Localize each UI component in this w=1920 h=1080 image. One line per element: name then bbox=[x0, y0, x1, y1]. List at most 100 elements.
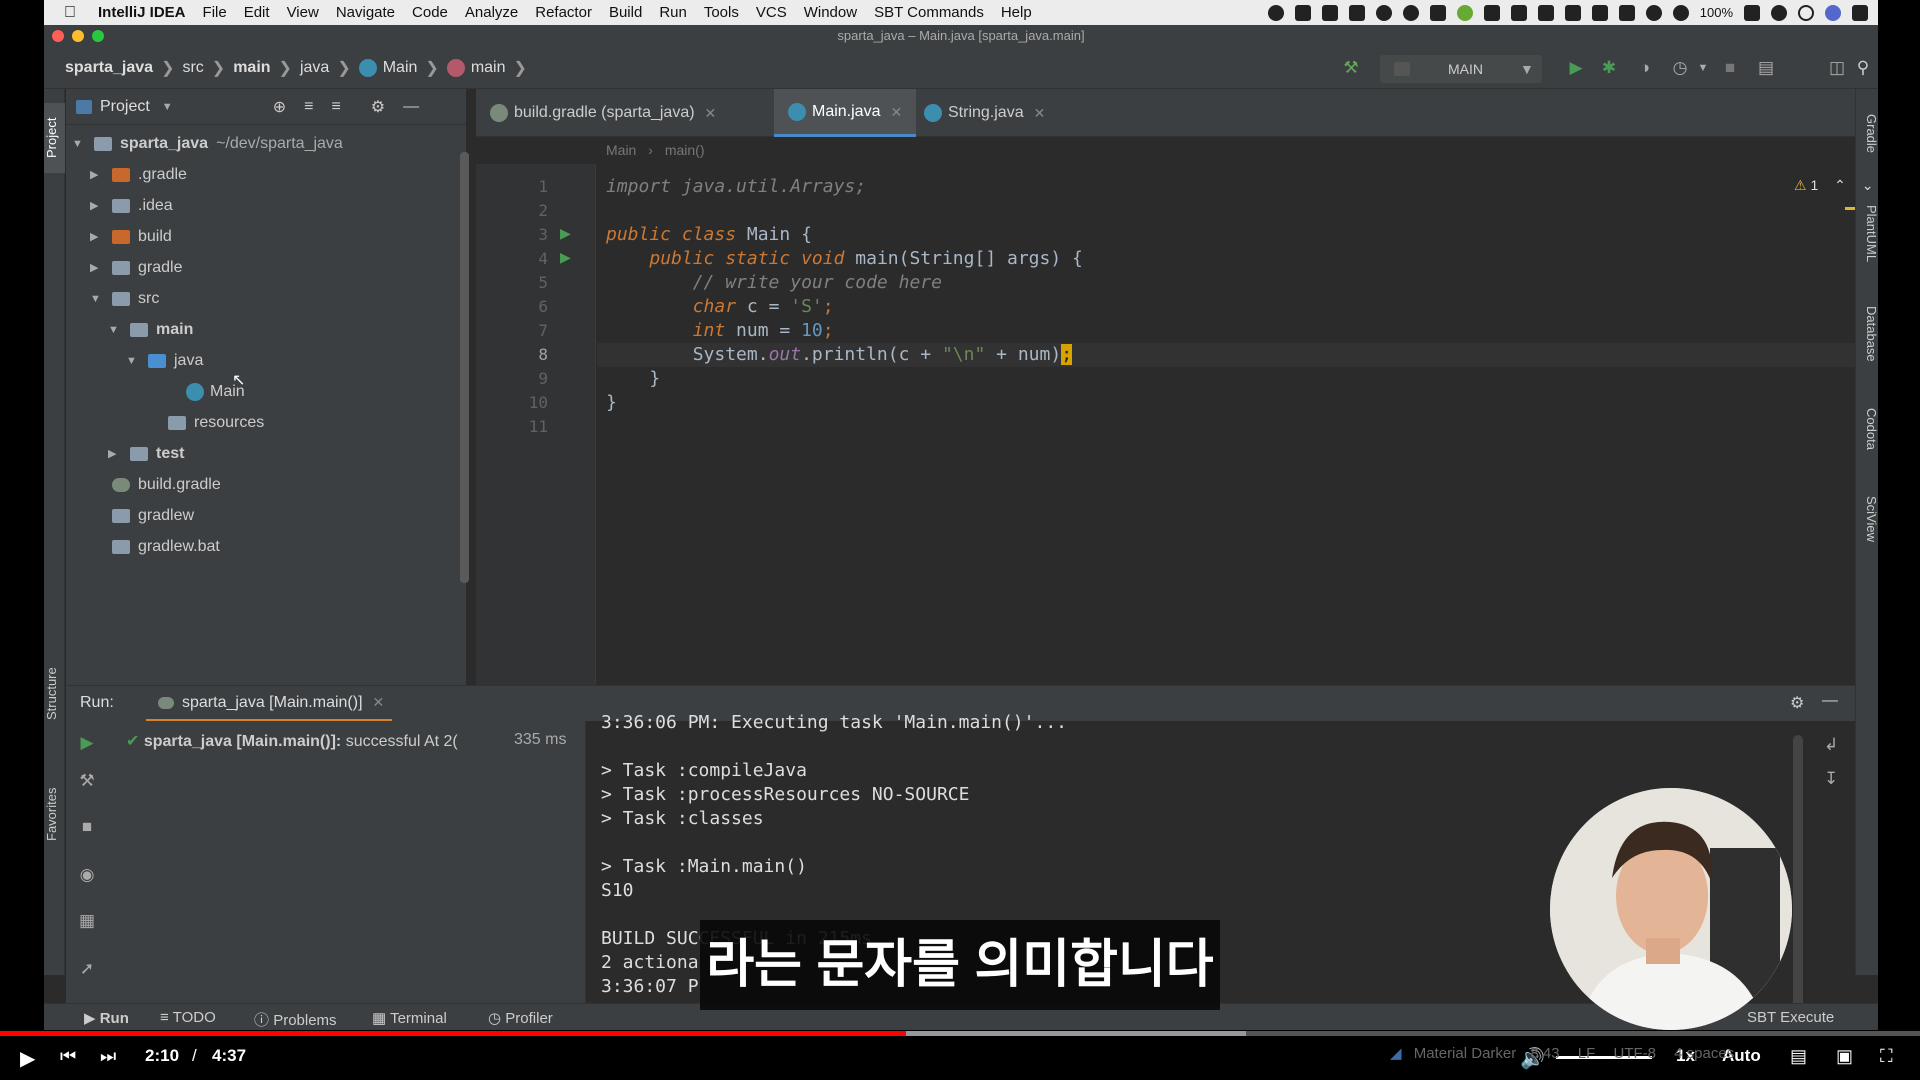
tab-main-java[interactable]: Main.java ✕ bbox=[774, 89, 917, 137]
tray-keyboard-icon[interactable] bbox=[1591, 4, 1608, 21]
hide-panel-icon[interactable]: — bbox=[1822, 692, 1838, 710]
line-separator[interactable]: LF bbox=[1578, 1045, 1596, 1062]
soft-wrap-icon[interactable]: ↲ bbox=[1824, 735, 1838, 755]
sbt-execute-tool-button[interactable]: SBT Execute bbox=[1747, 1009, 1834, 1026]
tree-item-resources[interactable]: resources bbox=[168, 408, 264, 438]
tray-1password-icon[interactable] bbox=[1402, 4, 1419, 21]
gradle-tool-tab[interactable]: Gradle bbox=[1856, 99, 1878, 169]
tree-item-gradle-dir[interactable]: ▶ .gradle bbox=[90, 160, 187, 190]
menu-edit[interactable]: Edit bbox=[244, 4, 270, 21]
locate-icon[interactable]: ⊕ bbox=[273, 97, 286, 117]
menu-refactor[interactable]: Refactor bbox=[535, 4, 592, 21]
sciview-tool-tab[interactable]: SciView bbox=[1856, 479, 1878, 559]
maximize-window-button[interactable] bbox=[92, 30, 104, 42]
code-line-1[interactable]: import java.util.Arrays; bbox=[606, 175, 866, 199]
crumb-main[interactable]: main bbox=[233, 59, 270, 77]
tray-runner-icon[interactable] bbox=[1483, 4, 1500, 21]
code-line-9[interactable]: } bbox=[606, 367, 660, 391]
favorites-tool-tab[interactable]: Favorites bbox=[44, 769, 65, 859]
tree-root[interactable]: ▼ sparta_java ~/dev/sparta_java bbox=[72, 129, 343, 159]
menu-build[interactable]: Build bbox=[609, 4, 642, 21]
apple-icon[interactable]:  bbox=[64, 4, 76, 22]
code-line-5[interactable]: // write your code here bbox=[606, 271, 942, 295]
caret-position[interactable]: 8:43 bbox=[1530, 1045, 1559, 1062]
menu-view[interactable]: View bbox=[287, 4, 319, 21]
run-configuration-select[interactable]: MAIN ▼ bbox=[1380, 55, 1542, 83]
menu-analyze[interactable]: Analyze bbox=[465, 4, 518, 21]
tray-window-icon[interactable] bbox=[1321, 4, 1338, 21]
crumb-project[interactable]: sparta_java bbox=[65, 59, 153, 77]
crumb-class[interactable]: Main bbox=[383, 59, 418, 77]
close-icon[interactable]: ✕ bbox=[1034, 89, 1046, 137]
search-everywhere-icon[interactable]: ⚲ bbox=[1854, 59, 1872, 77]
clock-icon[interactable] bbox=[1771, 4, 1787, 21]
minimize-window-button[interactable] bbox=[72, 30, 84, 42]
tray-text-icon[interactable] bbox=[1618, 4, 1635, 21]
notification-center-icon[interactable] bbox=[1852, 4, 1868, 21]
code-line-8[interactable]: System.out.println(c + "\n" + num); bbox=[606, 343, 1073, 367]
tree-item-java[interactable]: ▼ java bbox=[126, 346, 203, 376]
run-tab[interactable]: sparta_java [Main.main()] ✕ bbox=[146, 686, 392, 722]
project-view-select[interactable]: Project bbox=[100, 98, 150, 116]
console-scrollbar[interactable] bbox=[1793, 735, 1803, 1025]
tray-app-icon[interactable] bbox=[1267, 4, 1284, 21]
tab-string-java[interactable]: String.java ✕ bbox=[910, 89, 1059, 137]
editor-crumb-method[interactable]: main() bbox=[665, 142, 705, 158]
close-window-button[interactable] bbox=[52, 30, 64, 42]
code-line-3[interactable]: public class Main { bbox=[606, 223, 812, 247]
run-gutter-icon[interactable]: ▶ bbox=[560, 249, 571, 266]
previous-icon[interactable]: ⏮ bbox=[60, 1046, 76, 1067]
gear-icon[interactable]: ⚙ bbox=[1790, 693, 1804, 713]
crumb-java[interactable]: java bbox=[300, 59, 329, 77]
tray-box-icon[interactable] bbox=[1348, 4, 1365, 21]
tray-printer-icon[interactable] bbox=[1537, 4, 1554, 21]
build-hammer-icon[interactable]: ⚒ bbox=[1342, 59, 1360, 77]
file-encoding[interactable]: UTF-8 bbox=[1613, 1045, 1656, 1062]
siri-icon[interactable] bbox=[1825, 4, 1841, 21]
coverage-icon[interactable]: ◑ bbox=[1636, 59, 1654, 77]
profile-icon[interactable]: ◷ bbox=[1671, 59, 1689, 77]
profiler-tool-button[interactable]: ◷ Profiler bbox=[488, 1009, 553, 1027]
tree-item-test[interactable]: ▶ test bbox=[108, 439, 184, 469]
inspection-widget[interactable]: ⚠ 1 ⌃ ⌄ bbox=[1794, 177, 1874, 194]
tree-item-idea[interactable]: ▶ .idea bbox=[90, 191, 173, 221]
menu-file[interactable]: File bbox=[203, 4, 227, 21]
warning-stripe-marker[interactable] bbox=[1845, 207, 1855, 210]
menu-app-name[interactable]: IntelliJ IDEA bbox=[98, 4, 186, 21]
layout-icon[interactable]: ▦ bbox=[77, 911, 97, 931]
terminal-tool-button[interactable]: ▦ Terminal bbox=[372, 1009, 447, 1027]
chevron-down-icon[interactable]: ⌄ bbox=[1862, 177, 1874, 193]
expand-all-icon[interactable]: ≡ bbox=[304, 98, 313, 116]
database-tool-tab[interactable]: Database bbox=[1856, 289, 1878, 379]
chevron-down-icon[interactable]: ▼ bbox=[162, 101, 173, 113]
debug-icon[interactable]: ✱ bbox=[1600, 59, 1618, 77]
scroll-to-end-icon[interactable]: ↧ bbox=[1824, 769, 1838, 789]
next-icon[interactable]: ⏭ bbox=[100, 1046, 116, 1067]
structure-tool-tab[interactable]: Structure bbox=[44, 649, 65, 739]
chevron-down-icon[interactable]: ▼ bbox=[1694, 59, 1712, 77]
stop-icon[interactable]: ■ bbox=[77, 817, 97, 837]
menu-window[interactable]: Window bbox=[804, 4, 857, 21]
tray-docker-icon[interactable] bbox=[1294, 4, 1311, 21]
project-structure-icon[interactable]: ▤ bbox=[1757, 59, 1775, 77]
tray-headphones-icon[interactable] bbox=[1510, 4, 1527, 21]
code-line-7[interactable]: int num = 10; bbox=[606, 319, 834, 343]
wifi-icon[interactable] bbox=[1645, 4, 1662, 21]
play-icon[interactable]: ▶ bbox=[20, 1046, 35, 1071]
fullscreen-icon[interactable]: ⛶ bbox=[1880, 1046, 1893, 1067]
tray-pin-icon[interactable] bbox=[1375, 4, 1392, 21]
close-icon[interactable]: ✕ bbox=[705, 89, 717, 137]
gear-icon[interactable]: ⚙ bbox=[371, 97, 385, 117]
tree-item-src[interactable]: ▼ src bbox=[90, 284, 159, 314]
tree-item-gradle[interactable]: ▶ gradle bbox=[90, 253, 182, 283]
tree-item-build[interactable]: ▶ build bbox=[90, 222, 172, 252]
run-gutter-icon[interactable]: ▶ bbox=[560, 225, 571, 242]
battery-icon[interactable] bbox=[1744, 4, 1760, 21]
tab-build-gradle[interactable]: build.gradle (sparta_java) ✕ bbox=[476, 89, 730, 137]
run-tree-item[interactable]: ✔ sparta_java [Main.main()]: successful … bbox=[126, 731, 458, 751]
hide-panel-icon[interactable]: — bbox=[403, 98, 419, 116]
codota-tool-tab[interactable]: Codota bbox=[1856, 389, 1878, 469]
tree-item-build-gradle[interactable]: build.gradle bbox=[112, 470, 221, 500]
crumb-src[interactable]: src bbox=[182, 59, 203, 77]
stop-icon[interactable]: ■ bbox=[1721, 59, 1739, 77]
